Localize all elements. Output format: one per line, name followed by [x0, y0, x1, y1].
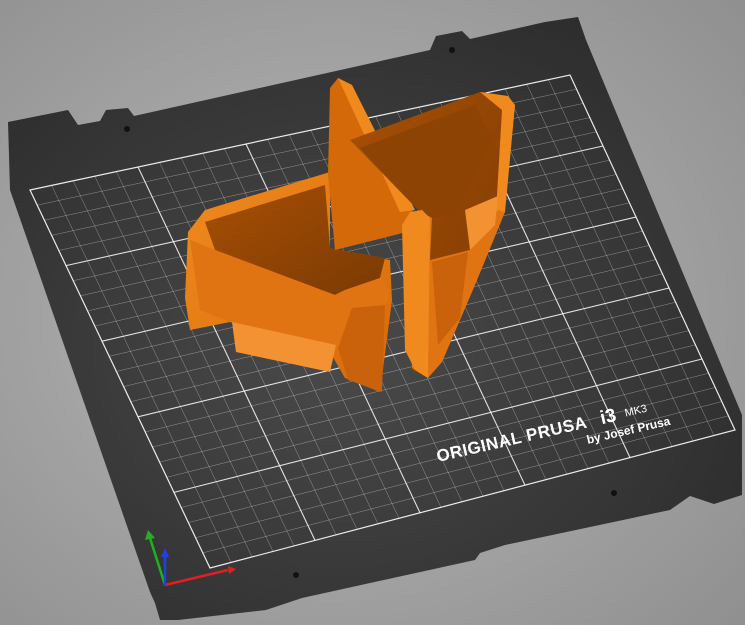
bed-screw-hole — [611, 490, 617, 496]
bed-screw-hole — [449, 47, 455, 53]
print-bed-scene: ORIGINAL PRUSA i3 MK3 by Josef Prusa — [0, 0, 745, 625]
3d-viewport[interactable]: ORIGINAL PRUSA i3 MK3 by Josef Prusa — [0, 0, 745, 625]
bed-screw-hole — [293, 572, 299, 578]
bed-screw-hole — [124, 126, 130, 132]
